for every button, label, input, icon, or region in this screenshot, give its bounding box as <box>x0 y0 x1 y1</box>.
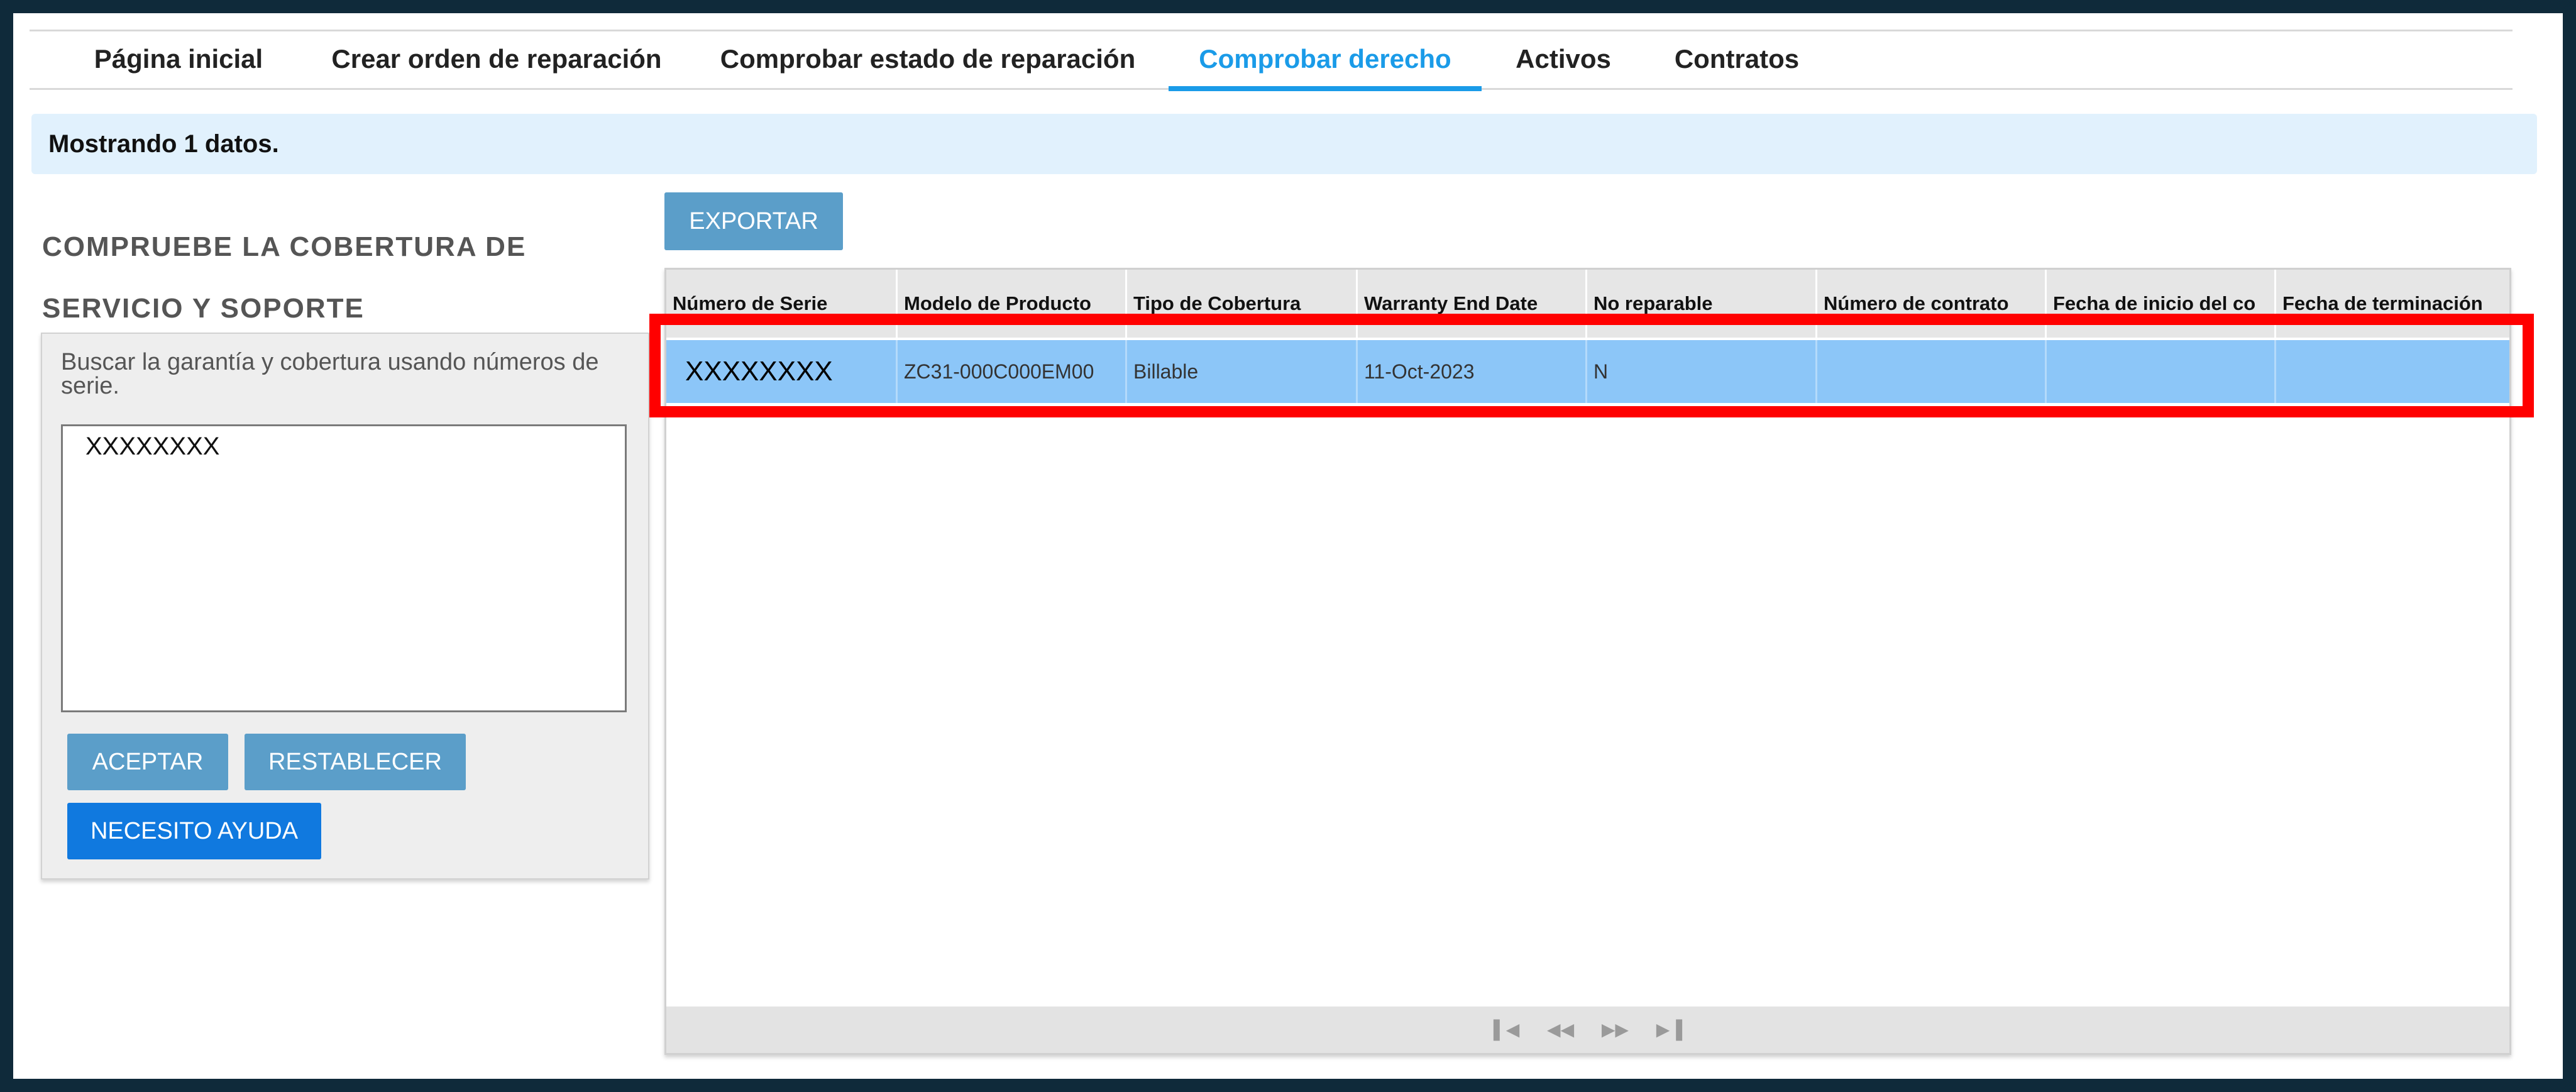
serial-numbers-input[interactable] <box>61 424 627 712</box>
need-help-button[interactable]: NECESITO AYUDA <box>67 803 321 859</box>
serial-search-panel: Buscar la garantía y cobertura usando nú… <box>41 333 649 880</box>
tab-contracts[interactable]: Contratos <box>1666 31 1807 90</box>
tab-create-repair-order[interactable]: Crear orden de reparación <box>320 31 673 90</box>
tab-assets[interactable]: Activos <box>1508 31 1619 90</box>
export-button[interactable]: EXPORTAR <box>664 192 843 250</box>
tab-home[interactable]: Página inicial <box>90 31 267 90</box>
tab-check-entitlement[interactable]: Comprobar derecho <box>1169 31 1482 91</box>
last-page-icon[interactable]: ▶▐ <box>1656 1007 1682 1053</box>
panel-title-line2: SERVICIO Y SOPORTE <box>42 293 365 324</box>
tab-check-repair-status[interactable]: Comprobar estado de reparación <box>713 31 1142 90</box>
app-window: Página inicial Crear orden de reparación… <box>13 13 2563 1079</box>
accept-button[interactable]: ACEPTAR <box>67 734 228 790</box>
row-highlight-annotation <box>649 314 2534 417</box>
panel-title-line1: COMPRUEBE LA COBERTURA DE <box>42 231 527 262</box>
reset-button[interactable]: RESTABLECER <box>245 734 466 790</box>
table-pager: ▌◀ ◀◀ ▶▶ ▶▐ <box>666 1007 2509 1053</box>
top-navigation: Página inicial Crear orden de reparación… <box>30 30 2513 91</box>
results-info-banner: Mostrando 1 datos. <box>31 114 2537 174</box>
search-description: Buscar la garantía y cobertura usando nú… <box>61 349 599 399</box>
first-page-icon[interactable]: ▌◀ <box>1494 1007 1519 1053</box>
prev-page-icon[interactable]: ◀◀ <box>1547 1007 1574 1053</box>
next-page-icon[interactable]: ▶▶ <box>1602 1007 1629 1053</box>
